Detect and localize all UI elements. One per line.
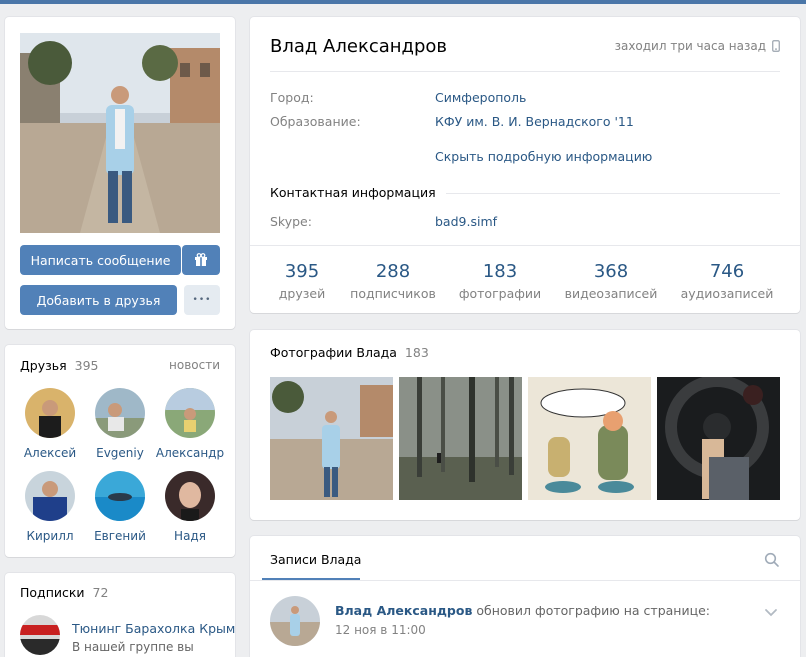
post-header: Влад Александров обновил фотографию на с… [335,603,710,618]
friend-avatar[interactable] [165,388,215,438]
counter-photos[interactable]: 183 фотографии [445,261,555,301]
friend-avatar[interactable] [95,471,145,521]
friends-title: Друзья [20,358,67,373]
friends-card: Друзья 395 новости Алексей Evgeniy Алекс… [5,345,235,557]
education-label: Образование: [270,114,361,129]
profile-info-card: Влад Александров заходил три часа назад … [250,17,800,313]
search-icon[interactable] [764,552,780,568]
photos-header[interactable]: Фотографии Влада 183 [270,345,429,360]
photos-count: 183 [404,345,429,360]
friend-avatar[interactable] [165,471,215,521]
friend-name[interactable]: Надя [150,529,230,543]
education-value[interactable]: КФУ им. В. И. Вернадского '11 [435,114,634,129]
friends-header[interactable]: Друзья 395 [20,358,98,373]
contact-info-header: Контактная информация [270,185,446,200]
subscription-desc: В нашей группе вы [72,640,194,654]
wall-card: Записи Влада Влад Александров обновил фо… [250,536,800,657]
post-action-text: обновил фотографию на странице: [476,603,710,618]
tab-wall-posts[interactable]: Записи Влада [270,552,361,567]
friends-news-link[interactable]: новости [169,358,220,372]
subscriptions-title: Подписки [20,585,85,600]
counter-number: 183 [482,261,518,282]
profile-name: Влад Александров [270,36,448,57]
chevron-down-icon[interactable] [764,608,778,618]
hide-details-link[interactable]: Скрыть подробную информацию [435,149,652,164]
mobile-icon [772,40,780,52]
city-label: Город: [270,90,314,105]
subscriptions-header[interactable]: Подписки 72 [20,585,108,600]
add-friend-button[interactable]: Добавить в друзья [20,285,177,315]
header-divider [270,71,780,72]
counter-label: видеозаписей [564,286,658,301]
send-message-button[interactable]: Написать сообщение [20,245,181,275]
post-author-avatar[interactable] [270,596,320,646]
counter-label: фотографии [458,286,542,301]
friend-avatar[interactable] [95,388,145,438]
subscription-name[interactable]: Тюнинг Барахолка Крым [72,621,235,636]
gift-button[interactable] [182,245,220,275]
subscriptions-count: 72 [92,585,109,600]
photo-thumb[interactable] [399,377,522,500]
counter-videos[interactable]: 368 видеозаписей [556,261,666,301]
post-author-name[interactable]: Влад Александров [335,603,472,618]
avatar-card: Написать сообщение Добавить в друзья ••• [5,17,235,329]
counter-followers[interactable]: 288 подписчиков [338,261,448,301]
city-value[interactable]: Симферополь [435,90,526,105]
gift-icon [195,253,207,266]
counter-number: 288 [375,261,411,282]
friend-name[interactable]: Кирилл [10,529,90,543]
friend-avatar[interactable] [25,471,75,521]
profile-photo[interactable] [20,33,220,233]
wall-divider [250,580,800,581]
counter-label: аудиозаписей [680,286,774,301]
top-bar [0,0,806,4]
photo-thumb[interactable] [528,377,651,500]
photos-title: Фотографии Влада [270,345,397,360]
friend-name[interactable]: Евгений [80,529,160,543]
photos-card: Фотографии Влада 183 [250,330,800,520]
photo-thumb[interactable] [270,377,393,500]
counter-audios[interactable]: 746 аудиозаписей [672,261,782,301]
subscription-avatar[interactable] [20,615,60,655]
more-actions-button[interactable]: ••• [184,285,220,315]
friend-name[interactable]: Evgeniy [80,446,160,460]
friends-count: 395 [74,358,99,373]
counters-row: 395 друзей 288 подписчиков 183 фотографи… [250,245,800,313]
last-seen-text: заходил три часа назад [614,39,766,53]
friend-name[interactable]: Алексей [10,446,90,460]
counter-number: 368 [593,261,629,282]
subscriptions-card: Подписки 72 Тюнинг Барахолка Крым В наше… [5,573,235,657]
skype-value[interactable]: bad9.simf [435,214,497,229]
skype-label: Skype: [270,214,312,229]
friend-avatar[interactable] [25,388,75,438]
photo-thumb[interactable] [657,377,780,500]
counter-label: подписчиков [350,286,436,301]
post-time[interactable]: 12 ноя в 11:00 [335,623,426,637]
last-seen-status: заходил три часа назад [615,39,780,53]
friend-name[interactable]: Александр [150,446,230,460]
counter-number: 746 [709,261,745,282]
